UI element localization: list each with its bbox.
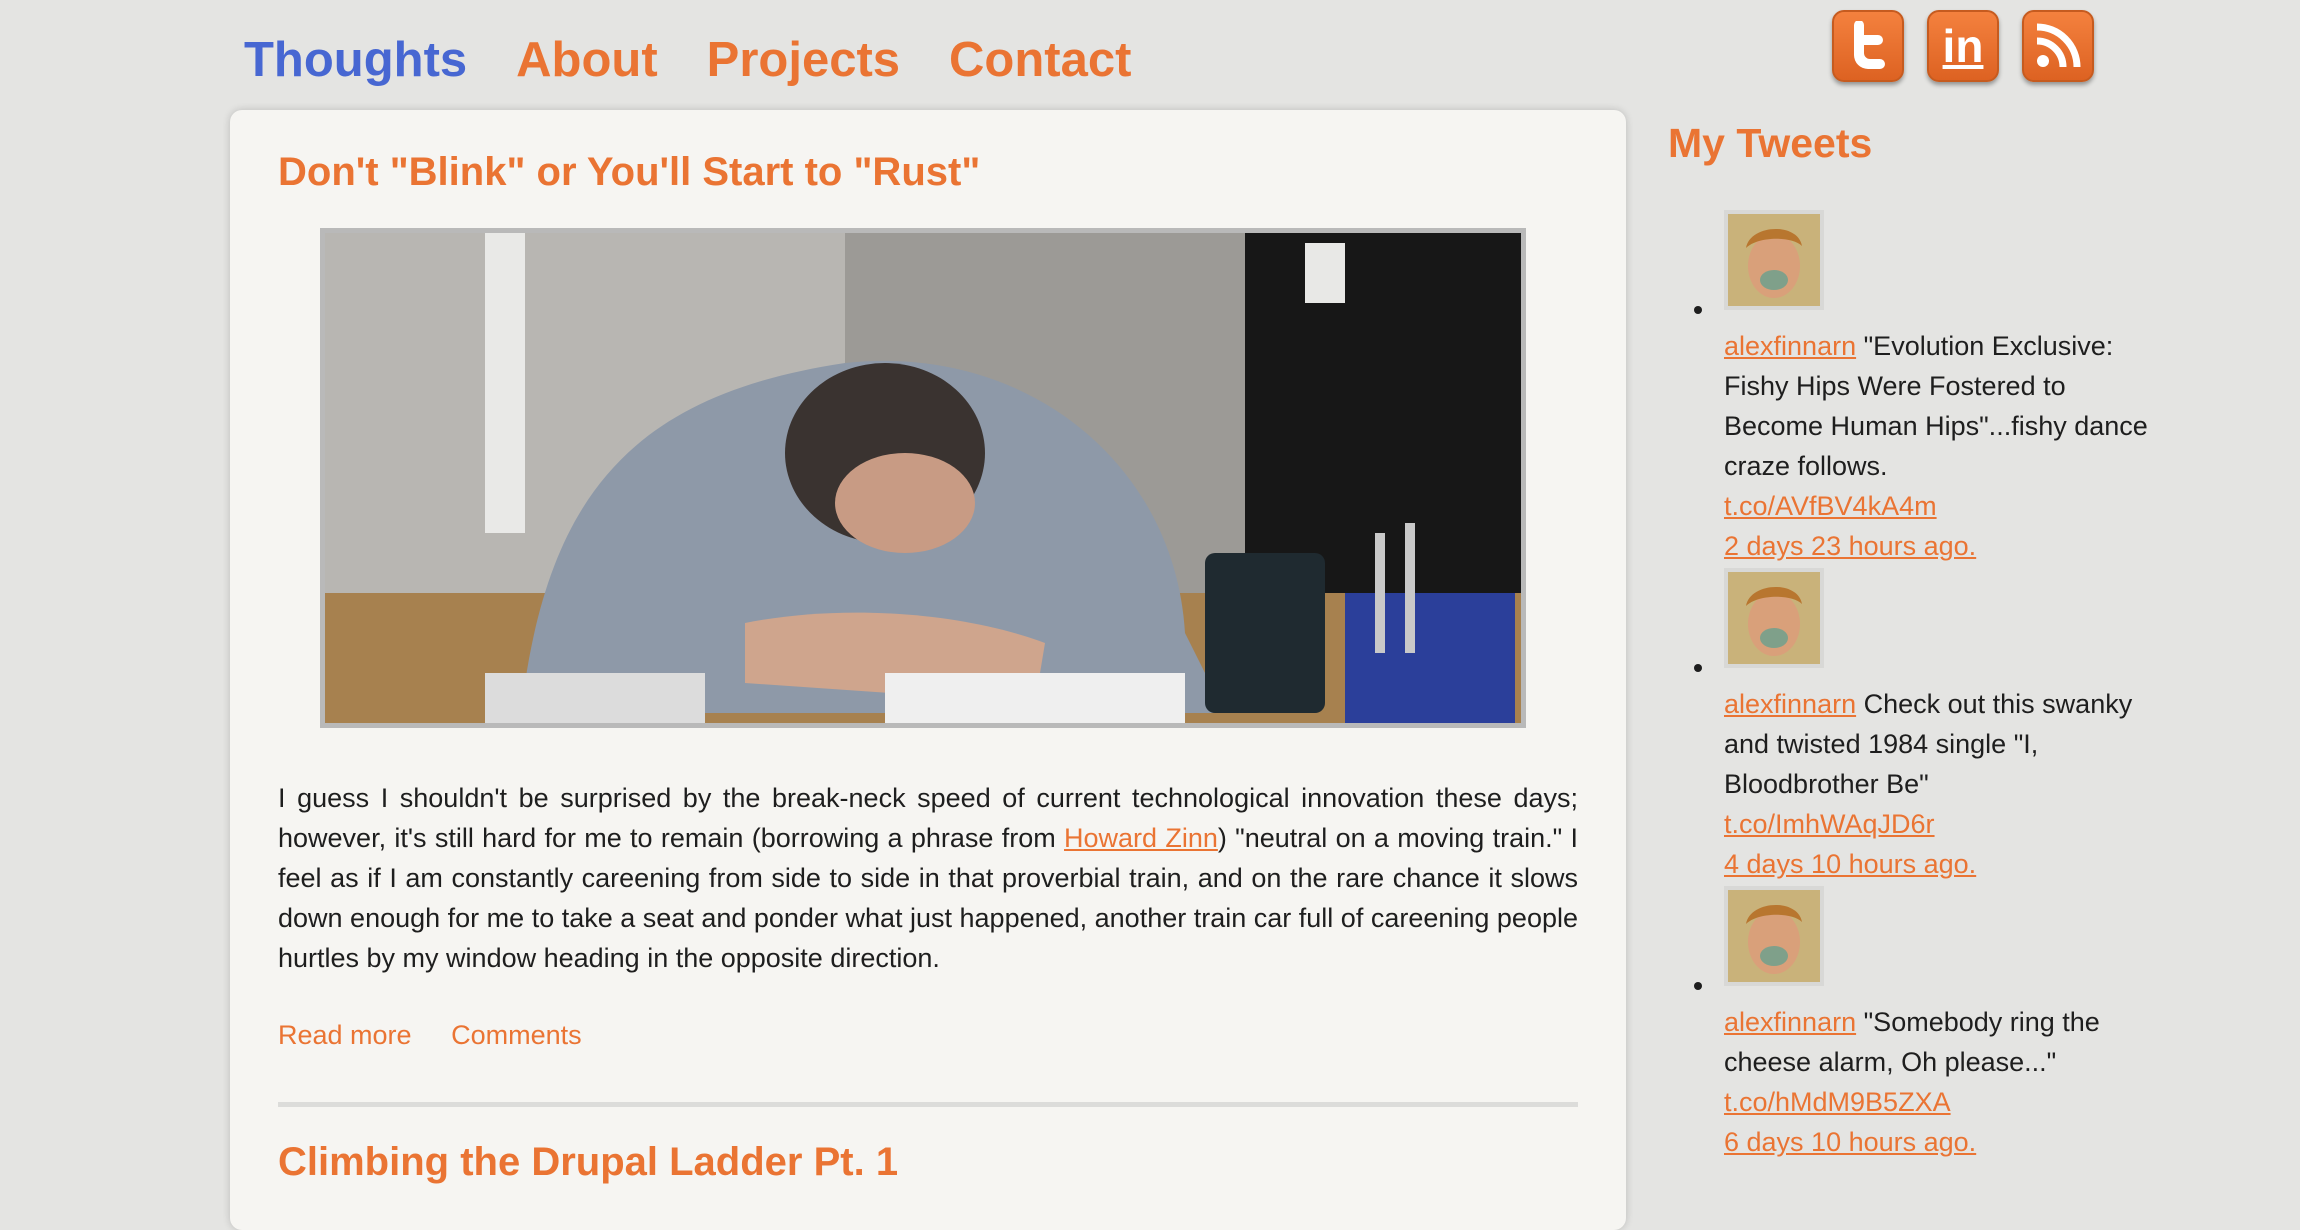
tweet-user-link[interactable]: alexfinnarn [1724, 331, 1856, 361]
post-divider [278, 1102, 1578, 1107]
linkedin-button[interactable]: in [1927, 10, 1999, 82]
post-image [320, 228, 1526, 728]
nav-contact[interactable]: Contact [949, 30, 1131, 90]
sleeping-man-photo [325, 233, 1521, 723]
tweet-item: alexfinnarn "Somebody ring the cheese al… [1694, 886, 2164, 1162]
post2-title[interactable]: Climbing the Drupal Ladder Pt. 1 [278, 1140, 898, 1185]
tweet-time-link[interactable]: 2 days 23 hours ago. [1724, 526, 2164, 566]
tweet-time-link[interactable]: 6 days 10 hours ago. [1724, 1122, 2164, 1162]
post-links: Read more Comments [278, 1020, 614, 1051]
tweet-item: alexfinnarn "Evolution Exclusive: Fishy … [1694, 210, 2164, 568]
tweet-item: alexfinnarn Check out this swanky and tw… [1694, 568, 2164, 886]
howard-zinn-link[interactable]: Howard Zinn [1064, 823, 1218, 853]
read-more-link[interactable]: Read more [278, 1020, 412, 1050]
tweet-short-link[interactable]: t.co/ImhWAqJD6r [1724, 804, 2164, 844]
tweet-user-link[interactable]: alexfinnarn [1724, 689, 1856, 719]
comments-link[interactable]: Comments [451, 1020, 582, 1050]
tweet-short-link[interactable]: t.co/hMdM9B5ZXA [1724, 1082, 2164, 1122]
social-links: in [1832, 10, 2117, 82]
rss-button[interactable] [2022, 10, 2094, 82]
content-card: Don't "Blink" or You'll Start to "Rust" … [230, 110, 1626, 1230]
tweet-text: alexfinnarn "Somebody ring the cheese al… [1724, 1002, 2164, 1082]
twitter-icon [1854, 21, 1885, 69]
rss-icon [2036, 23, 2081, 68]
tweet-user-link[interactable]: alexfinnarn [1724, 1007, 1856, 1037]
tweet-list: alexfinnarn "Evolution Exclusive: Fishy … [1694, 210, 2164, 1162]
avatar [1724, 568, 1824, 668]
avatar [1724, 886, 1824, 986]
tweet-short-link[interactable]: t.co/AVfBV4kA4m [1724, 486, 2164, 526]
linkedin-icon: in [1942, 20, 1984, 72]
tweet-text: alexfinnarn "Evolution Exclusive: Fishy … [1724, 326, 2164, 486]
post-title[interactable]: Don't "Blink" or You'll Start to "Rust" [278, 150, 980, 195]
nav-projects[interactable]: Projects [707, 30, 900, 90]
avatar [1724, 210, 1824, 310]
tweet-text: alexfinnarn Check out this swanky and tw… [1724, 684, 2164, 804]
nav-about[interactable]: About [516, 30, 658, 90]
main-nav: Thoughts About Projects Contact [244, 30, 1180, 90]
sidebar-title: My Tweets [1668, 120, 1873, 166]
post-excerpt: I guess I shouldn't be surprised by the … [278, 778, 1578, 978]
twitter-button[interactable] [1832, 10, 1904, 82]
tweet-time-link[interactable]: 4 days 10 hours ago. [1724, 844, 2164, 884]
nav-thoughts[interactable]: Thoughts [244, 30, 467, 90]
